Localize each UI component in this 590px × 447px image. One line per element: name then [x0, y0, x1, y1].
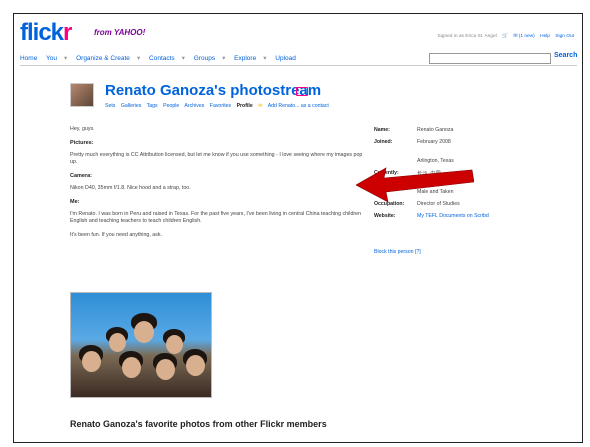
envelope-icon[interactable]: ✉ — [258, 103, 262, 109]
chevron-down-icon[interactable]: ▾ — [137, 55, 140, 62]
website-label: Website: — [374, 213, 396, 219]
signed-in-text: Signed in as Erica St. Angel — [437, 34, 497, 39]
me-heading: Me: — [70, 199, 80, 205]
mail-icon: ✉ — [513, 34, 518, 39]
joined-value: February 2008 — [417, 139, 451, 145]
tab-favorites[interactable]: Favorites — [210, 103, 231, 109]
chevron-down-icon[interactable]: ▾ — [263, 55, 266, 62]
chevron-down-icon[interactable]: ▾ — [222, 55, 225, 62]
closing-text: It's been fun. If you need anything, ask… — [70, 232, 163, 238]
browser-page: flickr from YAHOO! Home You ▾ Organize & … — [13, 13, 583, 443]
search-button[interactable]: Search — [554, 52, 577, 59]
help-link[interactable]: Help — [540, 34, 550, 39]
camera-heading: Camera: — [70, 173, 93, 179]
yahoo-tag: from YAHOO! — [94, 28, 146, 37]
photo-figure — [134, 321, 154, 343]
nav-groups[interactable]: Groups — [194, 55, 215, 62]
block-person-link[interactable]: Block this person [?] — [374, 249, 421, 255]
joined-label: Joined: — [374, 139, 393, 145]
name-value: Renato Ganoza — [417, 127, 454, 133]
photo-figure — [186, 355, 205, 376]
main-nav: Home You ▾ Organize & Create ▾ Contacts ▾ G… — [20, 54, 303, 62]
pictures-heading: Pictures: — [70, 140, 94, 146]
profile-photo[interactable] — [70, 292, 212, 398]
favorites-heading: Renato Ganoza's favorite photos from oth… — [70, 419, 327, 429]
logo-main: flick — [20, 19, 64, 46]
nav-contacts[interactable]: Contacts — [149, 55, 175, 62]
photo-figure — [122, 357, 141, 378]
detail-row-joined: Joined: February 2008 — [374, 139, 564, 147]
nav-explore[interactable]: Explore — [234, 55, 256, 62]
nav-upload[interactable]: Upload — [275, 55, 296, 62]
chevron-down-icon[interactable]: ▾ — [64, 55, 67, 62]
search-input[interactable] — [429, 53, 551, 64]
nav-you[interactable]: You — [46, 55, 57, 62]
camera-text: Nikon D40, 35mm f/1.8. Nice hood and a s… — [70, 185, 191, 191]
photo-figure — [156, 359, 175, 380]
cart-icon[interactable]: 🛒 — [502, 34, 508, 39]
website-link[interactable]: My TEFL Documents on Scribd — [417, 213, 564, 221]
header: flickr from YAHOO! Home You ▾ Organize & … — [14, 14, 582, 74]
tab-archives[interactable]: Archives — [184, 103, 204, 109]
flickr-logo[interactable]: flickr — [20, 19, 72, 46]
photo-figure — [109, 333, 126, 352]
pictures-text: Pretty much everything is CC Attribution… — [70, 152, 363, 165]
user-bar: Signed in as Erica St. Angel 🛒 ✉ (1 new)… — [438, 34, 574, 39]
nav-home[interactable]: Home — [20, 55, 37, 62]
about-section: Hey, guys. Pictures: Pretty much everyth… — [70, 126, 366, 246]
tab-sets[interactable]: Sets — [105, 103, 115, 109]
avatar[interactable] — [70, 83, 94, 107]
badge-icon — [296, 87, 308, 96]
photo-figure — [166, 335, 183, 354]
photo-figure — [82, 351, 101, 372]
tab-people[interactable]: People — [163, 103, 179, 109]
tab-galleries[interactable]: Galleries — [121, 103, 141, 109]
arrow-shape — [356, 167, 474, 203]
add-contact-link[interactable]: Add Renato... as a contact — [268, 103, 329, 109]
chevron-down-icon[interactable]: ▾ — [182, 55, 185, 62]
header-divider — [20, 65, 577, 66]
greeting-text: Hey, guys. — [70, 126, 95, 132]
red-arrow-annotation — [356, 167, 474, 203]
mail-link[interactable]: ✉ (1 new) — [513, 34, 534, 39]
detail-row-website: Website: My TEFL Documents on Scribd — [374, 213, 564, 221]
me-text: I'm Renato. I was born in Peru and raise… — [70, 211, 362, 224]
name-label: Name: — [374, 127, 390, 133]
tab-tags[interactable]: Tags — [147, 103, 158, 109]
sign-out-link[interactable]: Sign Out — [555, 34, 574, 39]
page-title: Renato Ganoza's photostream — [105, 82, 322, 99]
mail-count: (1 new) — [518, 34, 535, 39]
profile-subnav: Sets Galleries Tags People Archives Favo… — [105, 103, 333, 109]
tab-profile[interactable]: Profile — [237, 103, 253, 109]
nav-organize[interactable]: Organize & Create — [76, 55, 130, 62]
detail-row-name: Name: Renato Ganoza — [374, 127, 564, 135]
logo-r: r — [63, 19, 72, 46]
